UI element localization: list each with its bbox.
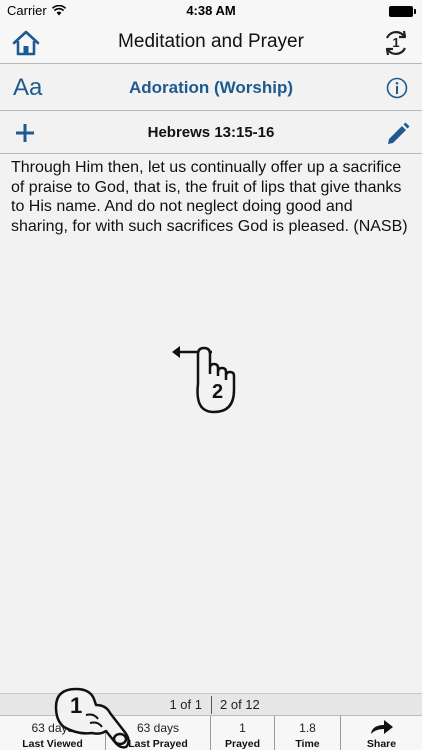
- info-button[interactable]: [384, 75, 410, 101]
- font-size-icon[interactable]: Aa: [13, 74, 42, 102]
- plus-icon: [16, 124, 34, 142]
- battery-icon: [389, 6, 416, 17]
- add-button[interactable]: [12, 120, 38, 146]
- tap-gesture-icon: 1: [50, 683, 134, 750]
- time-label: Time: [295, 738, 320, 750]
- pencil-icon: [388, 122, 410, 144]
- time-value: 1.8: [299, 721, 316, 735]
- prayed-label: Prayed: [224, 738, 261, 750]
- passage-counter: 2 of 12: [220, 697, 260, 712]
- tab-share[interactable]: Share: [341, 716, 422, 750]
- topic-title[interactable]: Adoration (Worship): [70, 78, 352, 98]
- info-icon: [386, 77, 408, 99]
- tap-number: 1: [70, 693, 83, 718]
- reference-bar: Hebrews 13:15-16: [0, 111, 422, 154]
- status-bar: Carrier 4:38 AM: [0, 0, 422, 22]
- swipe-gesture-icon: 2: [168, 340, 248, 425]
- share-arrow-icon: [371, 720, 393, 734]
- home-button[interactable]: [10, 28, 42, 58]
- page-title: Meditation and Prayer: [118, 31, 304, 52]
- passage-text: Through Him then, let us continually off…: [11, 159, 408, 235]
- home-icon: [12, 30, 40, 56]
- sync-button[interactable]: 1: [380, 28, 412, 58]
- tab-time[interactable]: 1.8 Time: [275, 716, 341, 750]
- edit-button[interactable]: [383, 118, 413, 148]
- prayed-value: 1: [239, 721, 246, 735]
- nav-bar: Meditation and Prayer 1: [0, 22, 422, 64]
- sync-badge: 1: [392, 35, 400, 50]
- topic-bar: Aa Adoration (Worship): [0, 64, 422, 111]
- tab-prayed[interactable]: 1 Prayed: [211, 716, 275, 750]
- share-label: Share: [366, 738, 397, 750]
- scripture-reference: Hebrews 13:15-16: [147, 124, 275, 141]
- swipe-number: 2: [212, 381, 224, 403]
- status-time: 4:38 AM: [186, 3, 236, 18]
